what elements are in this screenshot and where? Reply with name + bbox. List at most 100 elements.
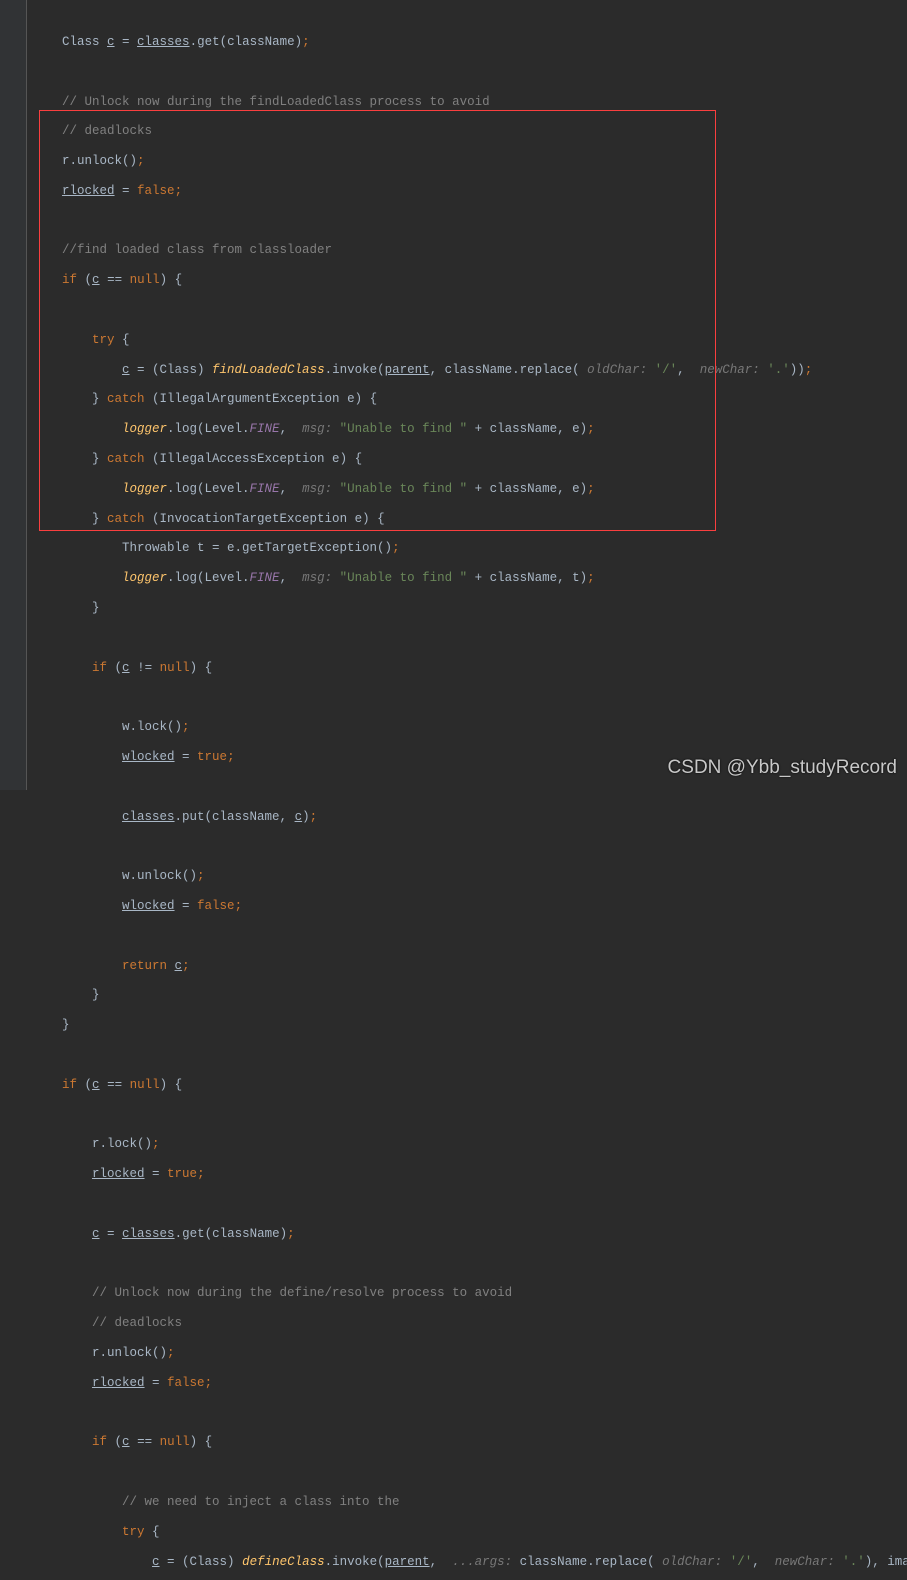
comment: // Unlock now during the define/resolve … xyxy=(32,1286,512,1300)
var-c: c xyxy=(92,273,100,287)
code-text: , xyxy=(430,1555,453,1569)
code-text: } xyxy=(32,512,107,526)
field-classes: classes xyxy=(122,1227,175,1241)
code-text: { xyxy=(115,333,130,347)
code-text: = xyxy=(115,35,138,49)
field-logger: logger xyxy=(122,571,167,585)
code-text xyxy=(32,1227,92,1241)
code-text xyxy=(32,1525,122,1539)
kw-try: try xyxy=(122,1525,145,1539)
semi: ; xyxy=(805,363,813,377)
code-text: , className.replace( xyxy=(430,363,588,377)
const-fine: FINE xyxy=(250,482,280,496)
code-text: = (Class) xyxy=(160,1555,243,1569)
kw-false: false xyxy=(167,1376,205,1390)
kw-if: if xyxy=(62,1078,77,1092)
code-text: r.lock() xyxy=(32,1137,152,1151)
code-text: ) { xyxy=(190,1435,213,1449)
method-findLoadedClass: findLoadedClass xyxy=(212,363,325,377)
code-text: = xyxy=(145,1376,168,1390)
code-text: } xyxy=(32,988,100,1002)
code-text xyxy=(32,810,122,824)
semi: ; xyxy=(587,571,595,585)
code-text xyxy=(32,1078,62,1092)
code-text: = xyxy=(100,1227,123,1241)
code-text: = xyxy=(175,750,198,764)
code-text: w.unlock() xyxy=(32,869,197,883)
code-text xyxy=(32,1435,92,1449)
semi: ; xyxy=(137,154,145,168)
string: "Unable to find " xyxy=(340,571,468,585)
code-text: )) xyxy=(790,363,805,377)
code-text: + className, e) xyxy=(467,482,587,496)
var-c: c xyxy=(122,363,130,377)
semi: ; xyxy=(182,720,190,734)
code-text xyxy=(32,750,122,764)
semi: ; xyxy=(587,422,595,436)
field-classes: classes xyxy=(137,35,190,49)
code-text: , xyxy=(280,571,303,585)
code-text: (IllegalArgumentException e) { xyxy=(145,392,378,406)
code-text xyxy=(167,959,175,973)
param-hint: oldChar: xyxy=(587,363,655,377)
code-text xyxy=(32,184,62,198)
kw-catch: catch xyxy=(107,392,145,406)
semi: ; xyxy=(197,1167,205,1181)
code-text: , xyxy=(677,363,700,377)
string: '.' xyxy=(767,363,790,377)
code-text: ), image, xyxy=(865,1555,907,1569)
field-rlocked: rlocked xyxy=(92,1376,145,1390)
kw-if: if xyxy=(62,273,77,287)
code-text: = (Class) xyxy=(130,363,213,377)
code-text: Class xyxy=(32,35,107,49)
code-text xyxy=(32,1167,92,1181)
code-text: } xyxy=(32,601,100,615)
semi: ; xyxy=(302,35,310,49)
code-text: == xyxy=(100,1078,130,1092)
semi: ; xyxy=(235,899,243,913)
kw-catch: catch xyxy=(107,512,145,526)
kw-if: if xyxy=(92,661,107,675)
kw-null: null xyxy=(130,1078,160,1092)
field-wlocked: wlocked xyxy=(122,750,175,764)
param-hint: oldChar: xyxy=(662,1555,730,1569)
code-text: , xyxy=(752,1555,775,1569)
string: '.' xyxy=(842,1555,865,1569)
gutter xyxy=(0,0,27,790)
field-parent: parent xyxy=(385,1555,430,1569)
var-c: c xyxy=(175,959,183,973)
semi: ; xyxy=(175,184,183,198)
code-text: .log(Level. xyxy=(167,482,250,496)
comment: // Unlock now during the findLoadedClass… xyxy=(32,95,490,109)
code-text: .log(Level. xyxy=(167,422,250,436)
code-text xyxy=(32,571,122,585)
param-hint: msg: xyxy=(302,422,340,436)
code-text: w.lock() xyxy=(32,720,182,734)
kw-if: if xyxy=(92,1435,107,1449)
semi: ; xyxy=(310,810,318,824)
code-editor[interactable]: Class c = classes.get(className); // Unl… xyxy=(32,20,907,1580)
param-hint: newChar: xyxy=(775,1555,843,1569)
code-text: .put(className, xyxy=(175,810,295,824)
code-text xyxy=(32,661,92,675)
comment: // deadlocks xyxy=(32,1316,182,1330)
var-c: c xyxy=(122,661,130,675)
field-parent: parent xyxy=(385,363,430,377)
code-text: ( xyxy=(77,1078,92,1092)
field-classes: classes xyxy=(122,810,175,824)
code-text: == xyxy=(130,1435,160,1449)
string: "Unable to find " xyxy=(340,482,468,496)
code-text xyxy=(32,273,62,287)
code-text: className.replace( xyxy=(520,1555,663,1569)
kw-false: false xyxy=(197,899,235,913)
kw-catch: catch xyxy=(107,452,145,466)
kw-true: true xyxy=(167,1167,197,1181)
code-text xyxy=(32,482,122,496)
param-hint: msg: xyxy=(302,482,340,496)
semi: ; xyxy=(167,1346,175,1360)
code-text: Throwable t = e.getTargetException() xyxy=(32,541,392,555)
code-text xyxy=(32,422,122,436)
kw-null: null xyxy=(160,1435,190,1449)
code-text: = xyxy=(115,184,138,198)
var-c: c xyxy=(107,35,115,49)
